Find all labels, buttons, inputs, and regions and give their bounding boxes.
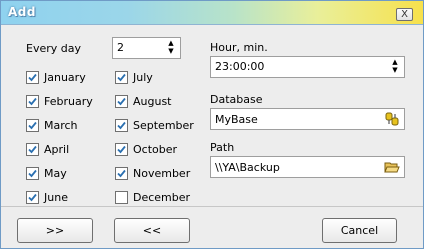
month-label: October bbox=[133, 143, 178, 156]
checkbox-icon[interactable] bbox=[26, 191, 39, 204]
checkbox-icon[interactable] bbox=[115, 71, 128, 84]
month-label: April bbox=[44, 143, 70, 156]
checkbox-icon[interactable] bbox=[26, 143, 39, 156]
checkbox-icon[interactable] bbox=[115, 167, 128, 180]
path-label: Path bbox=[210, 141, 235, 154]
dialog-body: Every day 2 ▲ ▼ January February March Ap… bbox=[5, 30, 419, 204]
folder-open-icon[interactable] bbox=[384, 159, 400, 175]
close-button[interactable]: X bbox=[396, 8, 413, 21]
add-dialog: Add X Every day 2 ▲ ▼ January February Ma… bbox=[0, 0, 424, 249]
checkbox-icon[interactable] bbox=[115, 191, 128, 204]
month-label: March bbox=[44, 119, 78, 132]
month-label: September bbox=[133, 119, 194, 132]
month-label: December bbox=[133, 191, 191, 204]
spinner-arrows-icon[interactable]: ▲ ▼ bbox=[167, 39, 175, 55]
window-title: Add bbox=[8, 5, 36, 19]
cancel-button[interactable]: Cancel bbox=[322, 218, 397, 243]
time-label: Hour, min. bbox=[210, 41, 268, 54]
database-connect-icon[interactable] bbox=[384, 111, 400, 127]
time-spinner[interactable]: 23:00:00 ▲ ▼ bbox=[210, 56, 405, 78]
path-field[interactable]: \\YA\Backup bbox=[210, 156, 405, 178]
path-value: \\YA\Backup bbox=[215, 161, 280, 174]
next-button[interactable]: >> bbox=[17, 218, 93, 243]
every-day-value: 2 bbox=[117, 41, 124, 54]
month-label: February bbox=[44, 95, 93, 108]
month-label: July bbox=[133, 71, 153, 84]
checkbox-icon[interactable] bbox=[26, 119, 39, 132]
close-icon: X bbox=[401, 9, 408, 20]
button-bar: >> << Cancel bbox=[1, 206, 423, 248]
every-day-label: Every day bbox=[26, 42, 81, 55]
month-label: November bbox=[133, 167, 191, 180]
prev-button[interactable]: << bbox=[114, 218, 190, 243]
month-label: August bbox=[133, 95, 172, 108]
time-value: 23:00:00 bbox=[215, 60, 265, 73]
checkbox-icon[interactable] bbox=[26, 167, 39, 180]
spinner-arrows-icon[interactable]: ▲ ▼ bbox=[391, 58, 399, 74]
title-bar[interactable]: Add X bbox=[1, 1, 423, 25]
checkbox-icon[interactable] bbox=[26, 71, 39, 84]
checkbox-icon[interactable] bbox=[115, 95, 128, 108]
month-label: May bbox=[44, 167, 67, 180]
checkbox-icon[interactable] bbox=[115, 119, 128, 132]
database-label: Database bbox=[210, 93, 263, 106]
month-label: January bbox=[44, 71, 86, 84]
every-day-spinner[interactable]: 2 ▲ ▼ bbox=[112, 37, 181, 59]
database-field[interactable]: MyBase bbox=[210, 108, 405, 130]
database-value: MyBase bbox=[215, 113, 258, 126]
checkbox-icon[interactable] bbox=[115, 143, 128, 156]
checkbox-icon[interactable] bbox=[26, 95, 39, 108]
month-label: June bbox=[44, 191, 68, 204]
